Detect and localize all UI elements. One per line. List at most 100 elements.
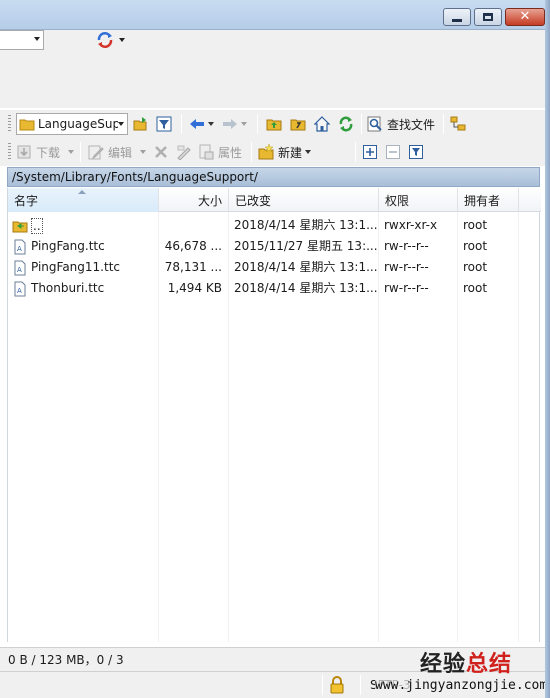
- navigation-toolbar: LanguageSup 查找文件: [0, 110, 545, 138]
- parent-folder-icon: [12, 221, 28, 232]
- file-name: PingFang.ttc: [31, 239, 105, 253]
- table-row[interactable]: A PingFang11.ttc 78,131 ... 2018/4/14 星期…: [8, 257, 541, 278]
- new-button[interactable]: 新建: [258, 141, 312, 163]
- parent-directory-button[interactable]: [266, 113, 282, 135]
- maximize-icon: [483, 13, 493, 21]
- chevron-down-icon: [241, 122, 247, 126]
- edit-icon: [88, 145, 104, 160]
- file-name-cell: A PingFang11.ttc: [8, 257, 158, 278]
- delete-icon: [155, 146, 167, 158]
- file-name: ..: [31, 217, 43, 234]
- filter-selection-button[interactable]: [408, 141, 424, 163]
- status-separator: [322, 675, 323, 695]
- filter-button[interactable]: [156, 113, 172, 135]
- window-titlebar: ✕: [0, 0, 550, 30]
- find-files-button[interactable]: 查找文件: [367, 113, 435, 135]
- rename-button: [176, 141, 192, 163]
- select-all-button[interactable]: [362, 141, 378, 163]
- file-size: 78,131 ...: [164, 260, 222, 274]
- file-list[interactable]: 名字 大小 已改变 权限 拥有者 .. 2018/4/14 星期六 13:1..…: [7, 188, 541, 642]
- column-header-size[interactable]: 大小: [159, 188, 229, 212]
- home-directory-button[interactable]: [314, 113, 330, 135]
- file-permissions: rwxr-xr-x: [384, 218, 438, 232]
- file-icon: A: [14, 239, 26, 254]
- file-owner: root: [463, 239, 488, 253]
- file-actions-toolbar: 下载 编辑 属性 新建: [0, 138, 545, 166]
- table-row[interactable]: A Thonburi.ttc 1,494 KB 2018/4/14 星期六 13…: [8, 278, 541, 299]
- file-name: PingFang11.ttc: [31, 260, 120, 274]
- new-label: 新建: [278, 145, 303, 160]
- column-header-owner[interactable]: 拥有者: [458, 188, 519, 212]
- file-modified: 2018/4/14 星期六 13:1...: [234, 260, 378, 274]
- download-button: 下载: [16, 141, 75, 163]
- connection-status-bar: SFTP-3: [0, 671, 545, 698]
- properties-icon: [199, 144, 214, 160]
- edit-label: 编辑: [108, 145, 133, 160]
- forward-arrow-icon: [223, 119, 237, 129]
- close-icon: ✕: [519, 9, 531, 24]
- chevron-down-icon: [118, 122, 124, 126]
- file-name: Thonburi.ttc: [31, 281, 105, 295]
- find-files-label: 查找文件: [387, 117, 436, 132]
- root-directory-button[interactable]: [290, 113, 306, 135]
- file-owner: root: [463, 218, 488, 232]
- close-button[interactable]: ✕: [505, 8, 545, 26]
- column-header-name[interactable]: 名字: [8, 188, 159, 212]
- toolbar-grip[interactable]: [8, 115, 11, 133]
- path-combo[interactable]: LanguageSup: [16, 113, 128, 135]
- toolbar-separator: [80, 142, 81, 162]
- chevron-down-icon: [305, 150, 312, 154]
- column-header-modified[interactable]: 已改变: [229, 188, 379, 212]
- minimize-icon: [452, 18, 462, 22]
- file-modified: 2018/4/14 星期六 13:1...: [234, 218, 378, 232]
- sort-ascending-icon: [78, 190, 86, 194]
- selection-status: 0 B / 123 MB，0 / 3: [0, 647, 545, 671]
- column-header-row: 名字 大小 已改变 权限 拥有者: [8, 188, 541, 212]
- download-icon: [17, 145, 31, 159]
- maximize-button[interactable]: [474, 8, 502, 26]
- back-button[interactable]: [189, 113, 214, 135]
- toolbar-separator: [251, 142, 252, 162]
- sync-dropdown-arrow[interactable]: [119, 38, 125, 42]
- toolbar-grip[interactable]: [8, 143, 11, 161]
- refresh-icon: [339, 116, 353, 132]
- edit-button: 编辑: [88, 141, 147, 163]
- column-header-permissions[interactable]: 权限: [379, 188, 458, 212]
- file-permissions: rw-r--r--: [384, 260, 429, 274]
- file-name-cell: ..: [8, 215, 158, 236]
- toolbar-separator: [361, 114, 362, 134]
- file-owner: root: [463, 281, 488, 295]
- table-row[interactable]: A PingFang.ttc 46,678 ... 2015/11/27 星期五…: [8, 236, 541, 257]
- download-label: 下载: [36, 145, 61, 160]
- table-row[interactable]: .. 2018/4/14 星期六 13:1... rwxr-xr-x root: [8, 215, 541, 236]
- unselect-all-button: [385, 141, 401, 163]
- file-size: 46,678 ...: [164, 239, 222, 253]
- chevron-down-icon: [140, 150, 147, 154]
- column-header-name-label: 名字: [14, 194, 39, 208]
- file-permissions: rw-r--r--: [384, 239, 429, 253]
- toolbar-separator: [181, 114, 182, 134]
- path-combo-value: LanguageSup: [38, 117, 118, 131]
- file-modified: 2018/4/14 星期六 13:1...: [234, 281, 378, 295]
- current-path-bar: /System/Library/Fonts/LanguageSupport/: [7, 167, 540, 187]
- back-arrow-icon: [190, 119, 204, 129]
- minimize-button[interactable]: [443, 8, 471, 26]
- refresh-button[interactable]: [338, 113, 354, 135]
- toolbar-separator: [443, 114, 444, 134]
- root-folder-icon: [290, 119, 306, 131]
- tree-view-button[interactable]: [450, 113, 466, 135]
- sync-browse-icon[interactable]: [96, 31, 114, 49]
- open-folder-icon: [133, 117, 147, 131]
- properties-button: 属性: [198, 141, 242, 163]
- parent-folder-icon: [266, 119, 282, 131]
- lock-icon[interactable]: [329, 676, 345, 694]
- folder-icon: [19, 119, 35, 131]
- forward-button: [222, 113, 247, 135]
- file-size: [158, 215, 228, 236]
- file-icon: A: [14, 281, 26, 296]
- session-combo[interactable]: [0, 30, 44, 50]
- filter-icon: [409, 145, 423, 159]
- file-owner: root: [463, 260, 488, 274]
- filter-icon: [156, 116, 172, 132]
- open-folder-button[interactable]: [133, 113, 149, 135]
